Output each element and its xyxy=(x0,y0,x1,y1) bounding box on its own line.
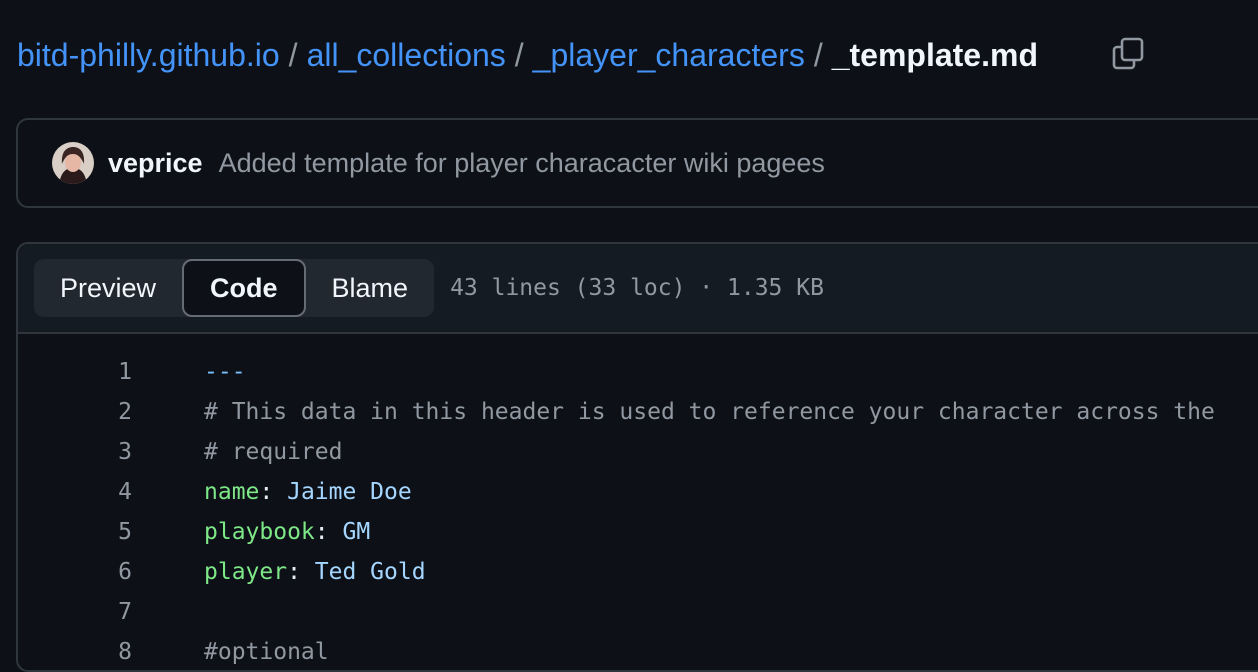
line-content: #optional xyxy=(204,639,329,665)
tab-blame[interactable]: Blame xyxy=(306,259,435,317)
copy-icon xyxy=(1112,37,1144,70)
breadcrumb-separator: / xyxy=(514,37,524,73)
breadcrumb-separator: / xyxy=(288,37,298,73)
file-stats: 43 lines (33 loc) · 1.35 KB xyxy=(450,275,824,301)
code-token: player xyxy=(204,559,288,585)
code-token: # This data in this header is used to re… xyxy=(204,399,1215,425)
code-view: 1 --- 2 # This data in this header is used … xyxy=(18,334,1258,670)
line-number[interactable]: 6 xyxy=(18,559,132,585)
line-number[interactable]: 7 xyxy=(18,599,132,625)
copy-path-button[interactable] xyxy=(1110,36,1146,72)
line-number[interactable]: 1 xyxy=(18,359,132,385)
line-number[interactable]: 5 xyxy=(18,519,132,545)
code-line: 3 # required xyxy=(18,432,1258,472)
code-line: 7 xyxy=(18,592,1258,632)
code-token: #optional xyxy=(204,639,329,665)
breadcrumb-current-file: _template.md xyxy=(831,37,1038,73)
breadcrumb-repo-link[interactable]: bitd-philly.github.io xyxy=(17,34,280,76)
line-content: player: Ted Gold xyxy=(204,559,426,585)
code-token: # required xyxy=(204,439,343,465)
line-number[interactable]: 2 xyxy=(18,399,132,425)
commit-author[interactable]: veprice xyxy=(108,148,203,179)
tab-code[interactable]: Code xyxy=(182,259,306,317)
tab-preview[interactable]: Preview xyxy=(34,259,182,317)
line-content: playbook: GM xyxy=(204,519,370,545)
view-tabs: Preview Code Blame xyxy=(34,259,435,317)
file-viewer: Preview Code Blame 43 lines (33 loc) · 1… xyxy=(16,242,1258,672)
code-token: --- xyxy=(204,359,246,385)
avatar[interactable] xyxy=(52,142,94,184)
code-token: GM xyxy=(342,519,371,545)
code-line: 2 # This data in this header is used to r… xyxy=(18,392,1258,432)
commit-message[interactable]: Added template for player characacter wi… xyxy=(219,148,825,179)
line-content: # This data in this header is used to re… xyxy=(204,399,1215,425)
code-token: : xyxy=(314,519,343,545)
breadcrumb-dir-all-collections[interactable]: all_collections xyxy=(307,34,506,76)
code-token: Jaime Doe xyxy=(287,479,412,505)
line-number[interactable]: 8 xyxy=(18,639,132,665)
code-line: 1 --- xyxy=(18,352,1258,392)
breadcrumb-dir-player-characters[interactable]: _player_characters xyxy=(533,34,805,76)
file-header: Preview Code Blame 43 lines (33 loc) · 1… xyxy=(18,244,1258,334)
line-number[interactable]: 4 xyxy=(18,479,132,505)
code-token: Ted Gold xyxy=(314,559,426,585)
code-token: : xyxy=(287,559,315,585)
line-content: --- xyxy=(204,359,246,385)
code-line: 8 #optional xyxy=(18,632,1258,670)
breadcrumb: bitd-philly.github.io / all_collections … xyxy=(17,34,1038,76)
code-token: name xyxy=(204,479,260,505)
latest-commit-box: veprice Added template for player charac… xyxy=(16,118,1258,208)
code-line: 6 player: Ted Gold xyxy=(18,552,1258,592)
breadcrumb-separator: / xyxy=(813,37,823,73)
line-number[interactable]: 3 xyxy=(18,439,132,465)
code-token: playbook xyxy=(204,519,315,545)
code-line: 4 name: Jaime Doe xyxy=(18,472,1258,512)
code-token: : xyxy=(259,479,288,505)
line-content: name: Jaime Doe xyxy=(204,479,412,505)
line-content: # required xyxy=(204,439,342,465)
code-line: 5 playbook: GM xyxy=(18,512,1258,552)
